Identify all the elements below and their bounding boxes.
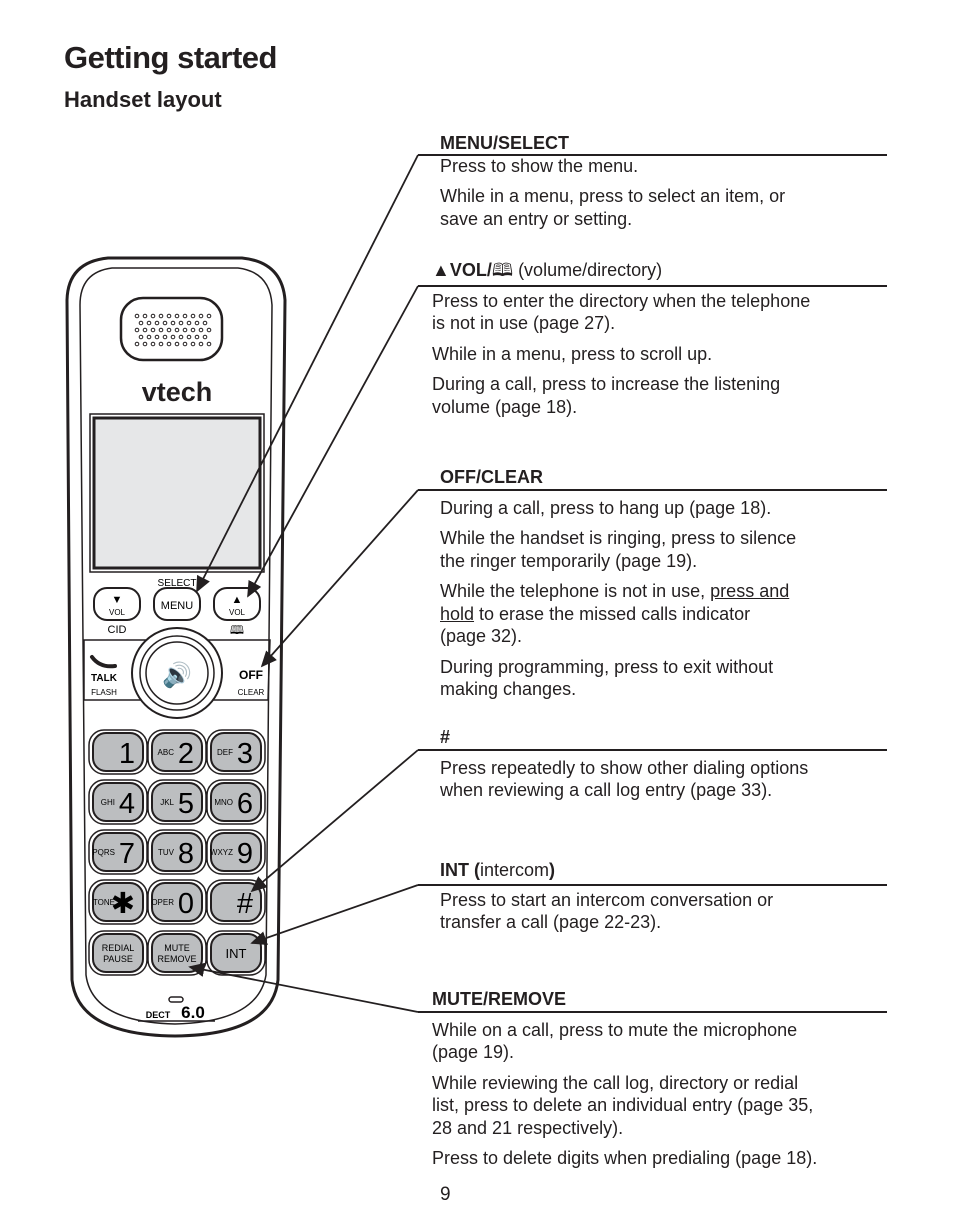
key-4[interactable]: 4 GHI [88,779,148,825]
key-8[interactable]: 8TUV [147,829,207,875]
svg-text:INT: INT [226,946,247,961]
display-screen [92,416,262,570]
handset-illustration: vtech ▼ VOL CID SELECT MENU ▲ VOL 🕮 🔊 TA… [65,154,419,1038]
svg-text:🕮: 🕮 [230,623,244,637]
svg-text:#: # [237,888,253,920]
svg-text:CLEAR: CLEAR [238,688,265,697]
key-2[interactable]: 2ABC [147,729,207,775]
key-7[interactable]: 7 PQRS [88,829,148,875]
svg-text:OFF: OFF [239,668,263,682]
svg-text:CID: CID [108,624,127,636]
key-star[interactable]: ✱TONE [88,879,148,925]
key-1[interactable]: 1 [88,729,148,775]
key-0[interactable]: 0 OPER [147,879,207,925]
svg-text:OPER: OPER [151,898,174,907]
svg-text:TUV: TUV [158,848,175,857]
svg-text:REMOVE: REMOVE [157,954,196,964]
svg-text:4: 4 [119,788,135,820]
key-5[interactable]: 5 JKL [147,779,207,825]
svg-text:3: 3 [237,738,253,770]
svg-text:7: 7 [119,838,135,870]
svg-text:TONE: TONE [93,898,115,907]
svg-text:VOL: VOL [229,608,246,617]
svg-text:8: 8 [178,838,194,870]
key-9[interactable]: 9 WXYZ [206,829,266,875]
int-button[interactable]: INT [206,930,266,976]
svg-text:▼: ▼ [112,594,123,606]
svg-text:MENU: MENU [161,600,193,612]
svg-text:PAUSE: PAUSE [103,954,133,964]
manual-page: { "title":"Getting started", "subtitle":… [0,0,954,1232]
redial-pause-button[interactable]: REDIALPAUSE [88,930,148,976]
svg-text:▲: ▲ [232,594,243,606]
svg-text:6.0: 6.0 [181,1003,205,1022]
svg-text:0: 0 [178,888,194,920]
svg-text:FLASH: FLASH [91,688,117,697]
leader-off [260,489,419,668]
svg-text:2: 2 [178,738,194,770]
svg-text:VOL: VOL [109,608,126,617]
key-3[interactable]: 3 DEF [206,729,266,775]
key-6[interactable]: 6 MNO [206,779,266,825]
svg-text:MNO: MNO [214,798,233,807]
svg-text:GHI: GHI [101,798,115,807]
svg-text:REDIAL: REDIAL [102,943,135,953]
svg-text:5: 5 [178,788,194,820]
svg-text:DECT: DECT [146,1010,171,1020]
svg-text:ABC: ABC [158,748,175,757]
svg-text:JKL: JKL [160,798,174,807]
speakerphone-icon: 🔊 [162,660,192,689]
svg-text:9: 9 [237,838,253,870]
svg-text:DEF: DEF [217,748,233,757]
brand-logo: vtech [142,377,213,407]
svg-text:PQRS: PQRS [92,848,115,857]
svg-text:TALK: TALK [91,673,118,684]
svg-text:6: 6 [237,788,253,820]
svg-text:1: 1 [119,738,135,770]
svg-text:WXYZ: WXYZ [210,848,233,857]
svg-text:MUTE: MUTE [164,943,190,953]
